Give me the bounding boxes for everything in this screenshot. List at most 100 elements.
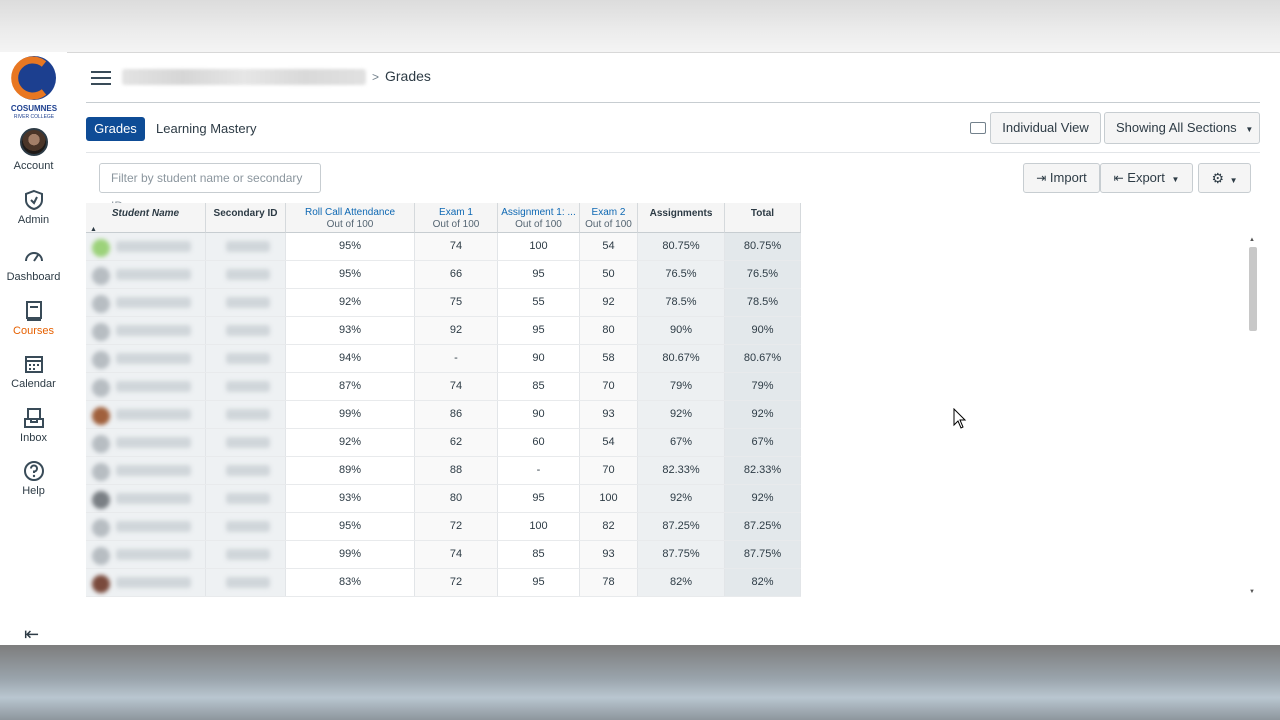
student-name-cell[interactable]	[86, 317, 206, 344]
total-cell[interactable]: 78.5%	[725, 289, 801, 316]
roll-call-cell[interactable]: 95%	[286, 261, 415, 288]
exam-2-cell[interactable]: 54	[580, 429, 638, 456]
column-header-secondary-id[interactable]: Secondary ID	[206, 203, 286, 233]
scrollbar-thumb[interactable]	[1249, 247, 1257, 331]
exam-2-cell[interactable]: 54	[580, 233, 638, 260]
secondary-id-cell[interactable]	[206, 233, 286, 260]
student-name-cell[interactable]	[86, 485, 206, 512]
nav-help[interactable]: Help	[0, 460, 67, 497]
total-cell[interactable]: 67%	[725, 429, 801, 456]
export-button[interactable]: ⇤ Export ▼	[1100, 163, 1193, 193]
assignment-1-cell[interactable]: 85	[498, 541, 580, 568]
total-cell[interactable]: 90%	[725, 317, 801, 344]
tab-learning-mastery[interactable]: Learning Mastery	[156, 121, 256, 136]
exam-1-cell[interactable]: 72	[415, 569, 498, 596]
column-header-total[interactable]: Total	[725, 203, 801, 233]
keyboard-shortcuts-icon[interactable]	[970, 122, 986, 134]
exam-2-cell[interactable]: 80	[580, 317, 638, 344]
assignments-total-cell[interactable]: 87.25%	[638, 513, 725, 540]
nav-courses[interactable]: Courses	[0, 300, 67, 337]
exam-1-cell[interactable]: 74	[415, 233, 498, 260]
assignment-1-cell[interactable]: 100	[498, 513, 580, 540]
assignments-total-cell[interactable]: 92%	[638, 401, 725, 428]
assignment-1-cell[interactable]: 95	[498, 569, 580, 596]
settings-menu-button[interactable]: ⚙ ▼	[1198, 163, 1251, 193]
assignment-1-cell[interactable]: -	[498, 457, 580, 484]
column-header-roll-call[interactable]: Roll Call Attendance Out of 100	[286, 203, 415, 233]
nav-admin[interactable]: Admin	[0, 189, 67, 226]
exam-1-cell[interactable]: 80	[415, 485, 498, 512]
assignments-total-cell[interactable]: 87.75%	[638, 541, 725, 568]
nav-inbox[interactable]: Inbox	[0, 407, 67, 444]
exam-1-cell[interactable]: 66	[415, 261, 498, 288]
student-name-cell[interactable]	[86, 289, 206, 316]
exam-1-cell[interactable]: 74	[415, 373, 498, 400]
total-cell[interactable]: 87.75%	[725, 541, 801, 568]
total-cell[interactable]: 87.25%	[725, 513, 801, 540]
roll-call-cell[interactable]: 92%	[286, 289, 415, 316]
assignment-1-cell[interactable]: 95	[498, 485, 580, 512]
secondary-id-cell[interactable]	[206, 485, 286, 512]
exam-1-cell[interactable]: 86	[415, 401, 498, 428]
tab-grades[interactable]: Grades	[86, 117, 145, 141]
roll-call-cell[interactable]: 83%	[286, 569, 415, 596]
roll-call-cell[interactable]: 92%	[286, 429, 415, 456]
total-cell[interactable]: 80.67%	[725, 345, 801, 372]
assignment-1-cell[interactable]: 100	[498, 233, 580, 260]
assignment-1-cell[interactable]: 55	[498, 289, 580, 316]
assignments-total-cell[interactable]: 76.5%	[638, 261, 725, 288]
assignment-1-cell[interactable]: 60	[498, 429, 580, 456]
nav-calendar[interactable]: Calendar	[0, 353, 67, 390]
total-cell[interactable]: 79%	[725, 373, 801, 400]
individual-view-button[interactable]: Individual View	[990, 112, 1101, 144]
roll-call-cell[interactable]: 99%	[286, 541, 415, 568]
exam-2-cell[interactable]: 50	[580, 261, 638, 288]
assignment-1-cell[interactable]: 95	[498, 317, 580, 344]
student-name-cell[interactable]	[86, 429, 206, 456]
roll-call-cell[interactable]: 93%	[286, 485, 415, 512]
column-header-student-name[interactable]: Student Name ▲	[86, 203, 206, 233]
sections-dropdown[interactable]: Showing All Sections ▼	[1104, 112, 1260, 144]
assignment-1-cell[interactable]: 90	[498, 401, 580, 428]
student-name-cell[interactable]	[86, 401, 206, 428]
exam-1-cell[interactable]: 92	[415, 317, 498, 344]
assignments-total-cell[interactable]: 67%	[638, 429, 725, 456]
exam-2-cell[interactable]: 93	[580, 401, 638, 428]
roll-call-cell[interactable]: 87%	[286, 373, 415, 400]
exam-1-cell[interactable]: 75	[415, 289, 498, 316]
assignments-total-cell[interactable]: 90%	[638, 317, 725, 344]
exam-2-cell[interactable]: 82	[580, 513, 638, 540]
student-name-cell[interactable]	[86, 541, 206, 568]
assignments-total-cell[interactable]: 80.75%	[638, 233, 725, 260]
nav-account[interactable]: Account	[0, 128, 67, 172]
exam-1-cell[interactable]: 88	[415, 457, 498, 484]
student-filter-input[interactable]: Filter by student name or secondary ID	[99, 163, 321, 213]
exam-1-cell[interactable]: 74	[415, 541, 498, 568]
student-name-cell[interactable]	[86, 345, 206, 372]
exam-1-cell[interactable]: 72	[415, 513, 498, 540]
secondary-id-cell[interactable]	[206, 261, 286, 288]
roll-call-cell[interactable]: 89%	[286, 457, 415, 484]
assignments-total-cell[interactable]: 80.67%	[638, 345, 725, 372]
secondary-id-cell[interactable]	[206, 373, 286, 400]
exam-1-cell[interactable]: -	[415, 345, 498, 372]
assignments-total-cell[interactable]: 79%	[638, 373, 725, 400]
secondary-id-cell[interactable]	[206, 345, 286, 372]
exam-2-cell[interactable]: 78	[580, 569, 638, 596]
secondary-id-cell[interactable]	[206, 317, 286, 344]
import-button[interactable]: ⇥ Import	[1023, 163, 1100, 193]
collapse-nav-icon[interactable]: ⇤	[24, 624, 39, 645]
breadcrumb-course-blurred[interactable]	[122, 69, 366, 85]
secondary-id-cell[interactable]	[206, 569, 286, 596]
student-name-cell[interactable]	[86, 513, 206, 540]
secondary-id-cell[interactable]	[206, 513, 286, 540]
total-cell[interactable]: 80.75%	[725, 233, 801, 260]
student-name-cell[interactable]	[86, 373, 206, 400]
exam-2-cell[interactable]: 70	[580, 457, 638, 484]
grid-vertical-scrollbar[interactable]: ▲ ▼	[1247, 237, 1259, 599]
assignments-total-cell[interactable]: 78.5%	[638, 289, 725, 316]
secondary-id-cell[interactable]	[206, 401, 286, 428]
total-cell[interactable]: 76.5%	[725, 261, 801, 288]
column-header-assignments[interactable]: Assignments	[638, 203, 725, 233]
nav-dashboard[interactable]: Dashboard	[0, 246, 67, 283]
